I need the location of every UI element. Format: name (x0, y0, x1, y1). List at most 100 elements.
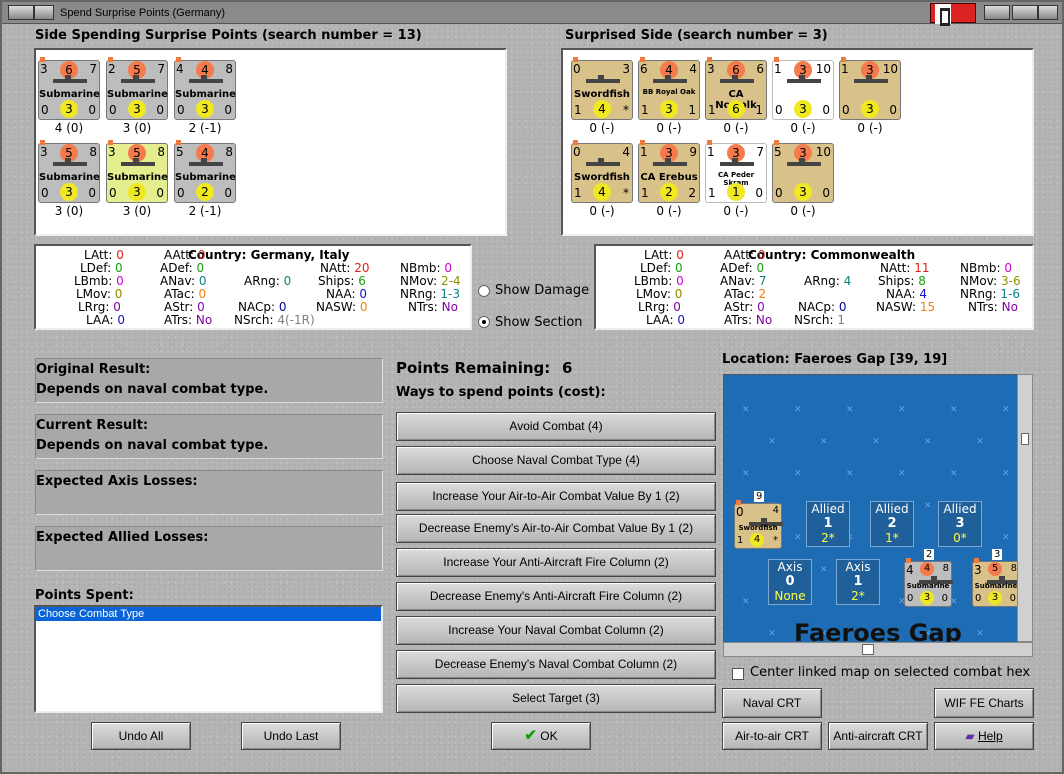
country-label: Country: Commonwealth (748, 248, 916, 262)
unit-counter[interactable]: 3 5 8 Submarine 0 3 0 (106, 140, 168, 203)
unit-range: 2 (688, 186, 696, 200)
unit-attack: 1 (774, 62, 782, 76)
stat-label: NAtt: (880, 261, 911, 275)
axis-section-box[interactable]: Axis 0 None (768, 559, 812, 605)
ship-icon (787, 75, 821, 83)
stat-label: ATac: (164, 287, 195, 301)
unit-counter[interactable]: 3 5 8 Submarine 0 3 0 (972, 558, 1021, 607)
unit-counter[interactable]: 137CA Peder Skram110 (705, 140, 767, 203)
naval-crt-button[interactable]: Naval CRT (722, 688, 822, 718)
axis-section-box[interactable]: Axis 1 2* (836, 559, 880, 605)
minimize-button[interactable] (984, 5, 1010, 20)
stat-naa: NAA: 4 (886, 287, 927, 301)
unit-range: 0 (88, 103, 96, 117)
unit-aa: 0 (109, 186, 117, 200)
close-button[interactable] (1038, 5, 1058, 20)
points-spent-list[interactable]: Choose Combat Type (34, 605, 383, 713)
unit-name: Swordfish (738, 524, 778, 532)
stat-natt: NAtt: 20 (320, 261, 370, 275)
spend-option-button[interactable]: Decrease Enemy's Naval Combat Column (2) (396, 650, 716, 679)
unit-counter[interactable]: 5 3 10 0 3 0 (772, 140, 834, 203)
stat-lmov: LMov: 0 (636, 287, 682, 301)
spend-option-button[interactable]: Decrease Enemy's Anti-Aircraft Fire Colu… (396, 582, 716, 611)
unit-name: Submarine (39, 89, 100, 100)
points-spent-item[interactable]: Choose Combat Type (36, 607, 381, 621)
unit-movement: 8 (225, 145, 233, 159)
allied-box-value: 3 (955, 516, 965, 531)
stat-value: 4 (843, 274, 852, 288)
unit-counter[interactable]: 1 3 10 0 3 0 (772, 57, 834, 120)
undo-last-button[interactable]: Undo Last (241, 722, 341, 750)
unit-counter[interactable]: 3 6 7 Submarine 0 3 0 (38, 57, 100, 120)
show-section-label: Show Section (495, 315, 583, 330)
unit-defense: 3 (128, 183, 146, 201)
stat-latt: LAtt: 0 (84, 248, 124, 262)
stat-label: AStr: (164, 300, 194, 314)
unit-counter[interactable]: 3 5 8 Submarine 0 3 0 (38, 140, 100, 203)
german-flag-icon (930, 3, 976, 26)
wif-fe-charts-button[interactable]: WIF FE Charts (934, 688, 1034, 718)
allied-section-box[interactable]: Allied 3 0* (938, 501, 982, 547)
ship-icon (121, 158, 155, 166)
show-damage-radio[interactable] (478, 285, 490, 297)
allied-section-box[interactable]: Allied 1 2* (806, 501, 850, 547)
stat-label: NTrs: (408, 300, 438, 314)
vertical-scroll-thumb[interactable] (1021, 433, 1029, 445)
help-button[interactable]: ▰ Help (934, 722, 1034, 750)
sea-marker: ✕ (898, 469, 906, 479)
horizontal-scroll-thumb[interactable] (862, 644, 874, 655)
unit-counter[interactable]: 1 3 10 0 3 0 (839, 57, 901, 120)
stat-value: 0 (198, 274, 207, 288)
stat-value: No (1001, 300, 1018, 314)
unit-movement: 7 (89, 62, 97, 76)
show-section-radio[interactable] (478, 316, 490, 328)
stat-label: LBmb: (634, 274, 673, 288)
spend-option-button[interactable]: Decrease Enemy's Air-to-Air Combat Value… (396, 514, 716, 543)
undo-all-button[interactable]: Undo All (91, 722, 191, 750)
spend-option-button[interactable]: Increase Your Air-to-Air Combat Value By… (396, 482, 716, 511)
unit-counter[interactable]: 6 4 4 BB Royal Oak 1 3 1 (638, 57, 700, 120)
center-map-label: Center linked map on selected combat hex (750, 665, 1031, 680)
unit-result: 0 (-) (790, 204, 816, 218)
sea-marker: ✕ (846, 405, 854, 415)
system-menu-button[interactable] (8, 5, 34, 20)
unit-counter[interactable]: 0 4 Swordfish 1 4 * (734, 500, 783, 549)
spend-option-button[interactable]: Avoid Combat (4) (396, 412, 716, 441)
current-result-label: Current Result: (36, 418, 149, 433)
stat-ships: Ships: 8 (878, 274, 926, 288)
unit-counter[interactable]: 2 5 7 Submarine 0 3 0 (106, 57, 168, 120)
center-map-checkbox[interactable] (732, 668, 744, 680)
stat-astr: AStr: 0 (724, 300, 765, 314)
unit-counter[interactable]: 0 4 Swordfish 1 4 * (571, 140, 633, 203)
spend-option-button[interactable]: Increase Your Naval Combat Column (2) (396, 616, 716, 645)
unit-movement: 6 (756, 62, 764, 76)
stat-value: 0 (196, 261, 205, 275)
spend-option-button[interactable]: Increase Your Anti-Aircraft Fire Column … (396, 548, 716, 577)
unit-range: 0 (889, 103, 897, 117)
spend-option-button[interactable]: Select Target (3) (396, 684, 716, 713)
anti-aircraft-crt-button[interactable]: Anti-aircraft CRT (828, 722, 928, 750)
stat-value: 0 (117, 313, 126, 327)
air-to-air-crt-button[interactable]: Air-to-air CRT (722, 722, 822, 750)
unit-counter[interactable]: 5 4 8 Submarine 0 2 0 (174, 140, 236, 203)
allied-section-box[interactable]: Allied 2 1* (870, 501, 914, 547)
unit-counter[interactable]: 4 4 8 Submarine 0 3 0 (904, 558, 953, 607)
unit-result: 0 (-) (589, 121, 615, 135)
spend-option-button[interactable]: Choose Naval Combat Type (4) (396, 446, 716, 475)
map-vertical-scrollbar[interactable] (1017, 374, 1033, 642)
unit-counter[interactable]: 0 3 Swordfish 1 4 * (571, 57, 633, 120)
points-remaining-value: 6 (562, 359, 573, 377)
unit-range: 0 (224, 103, 232, 117)
unit-counter[interactable]: 1 3 9 CA Erebus 1 2 2 (638, 140, 700, 203)
unit-counter[interactable]: 4 4 8 Submarine 0 3 0 (174, 57, 236, 120)
unit-defense: 1 (727, 183, 745, 201)
ok-button[interactable]: ✔ OK (491, 722, 591, 750)
maximize-button[interactable] (1012, 5, 1038, 20)
restore-button[interactable] (34, 5, 54, 20)
unit-range: 0 (822, 186, 830, 200)
unit-strength: 4 (920, 562, 934, 576)
map-horizontal-scrollbar[interactable] (723, 642, 1033, 657)
stat-value: 2-4 (441, 274, 461, 288)
location-map[interactable]: ✕✕✕✕✕✕✕✕✕✕✕✕✕✕✕✕✕✕✕✕✕✕✕✕✕✕✕✕✕✕✕✕✕✕✕✕✕✕✕✕… (723, 374, 1033, 657)
unit-counter[interactable]: 366CA Norfolk161 (705, 57, 767, 120)
